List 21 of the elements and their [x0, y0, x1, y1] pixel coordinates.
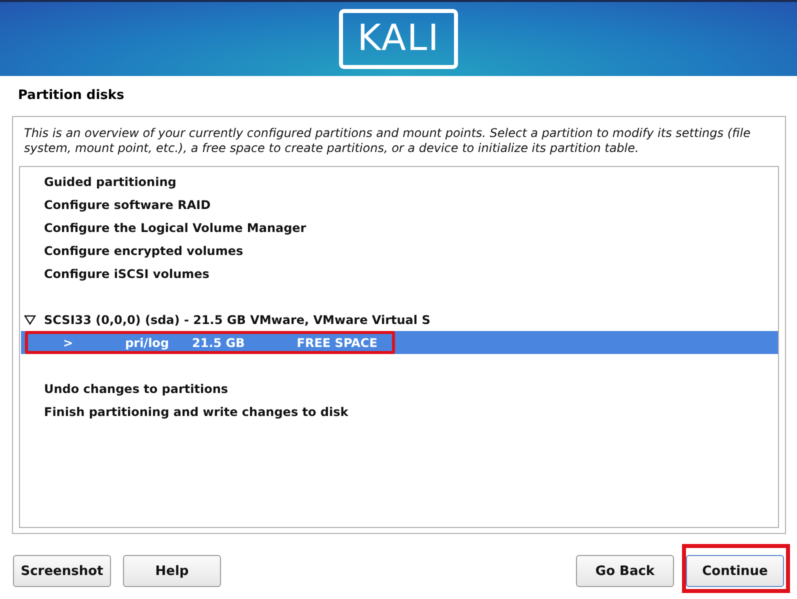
dialog-button[interactable]: Help	[123, 555, 221, 587]
logo: KALI	[339, 9, 458, 69]
dialog-button[interactable]: Continue	[686, 555, 784, 587]
menu-item[interactable]: Configure software RAID	[21, 193, 778, 216]
partition-usage: FREE SPACE	[296, 336, 378, 350]
page-title: Partition disks	[18, 88, 126, 105]
menu-item[interactable]: Configure encrypted volumes	[21, 239, 778, 262]
menu-item[interactable]: Finish partitioning and write changes to disk	[21, 400, 778, 423]
menu-item[interactable]: Configure the Logical Volume Manager	[21, 216, 778, 239]
dialog-button[interactable]: Screenshot	[13, 555, 111, 587]
menu-item[interactable]: Undo changes to partitions	[21, 377, 778, 400]
dialog-button[interactable]: Go Back	[576, 555, 674, 587]
expand-marker: >	[62, 336, 74, 350]
menu-item[interactable]: Configure iSCSI volumes	[21, 262, 778, 285]
disk-row[interactable]: SCSI33 (0,0,0) (sda) - 21.5 GB VMware, VMware Virtual S	[21, 308, 778, 331]
partition-row[interactable]: > pri/log 21.5 GB FREE SPACE	[21, 331, 778, 354]
partition-size: 21.5 GB	[191, 336, 245, 350]
description-text: This is an overview of your currently configured partitions and mount points. Select a partition to modify its settings (file system, mount point, etc.), a free space to create partitions, or a device to initialize its partition table.	[23, 126, 752, 157]
expanded-triangle-icon[interactable]	[24, 314, 36, 324]
partition-type: pri/log	[124, 336, 170, 350]
menu-item[interactable]: Guided partitioning	[21, 170, 778, 193]
